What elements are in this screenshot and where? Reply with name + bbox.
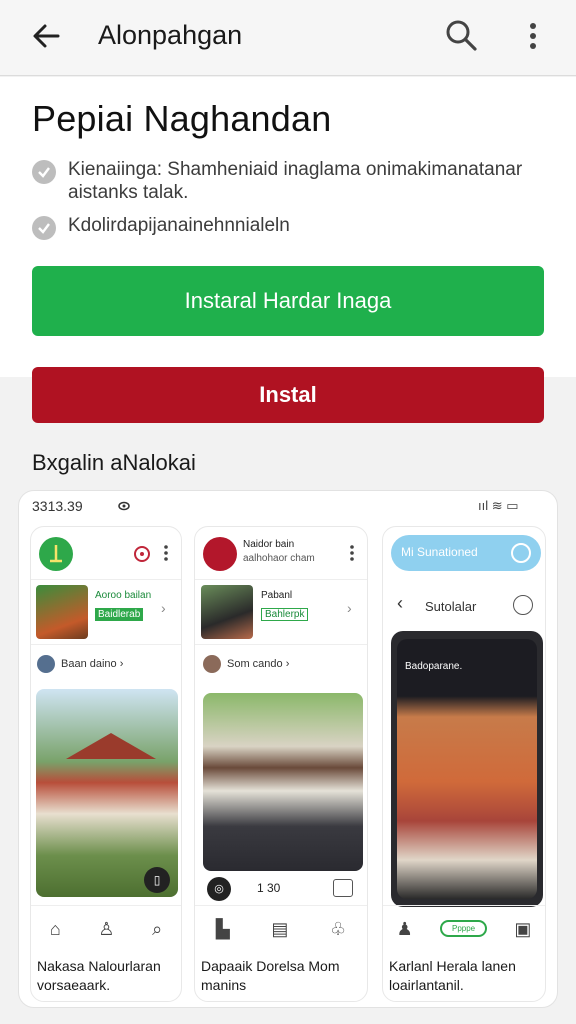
feature-item: Kienaiinga: Shamheniaid inaglama onimaki…	[32, 158, 538, 204]
back-chevron-icon[interactable]: ‹	[397, 593, 403, 614]
sub-header: Sutolalar	[425, 599, 477, 614]
feature-text: Kienaiinga: Shamheniaid inaglama onimaki…	[68, 159, 523, 203]
bottom-nav: ▙ ▤ ♧	[195, 905, 367, 951]
install-button[interactable]: Instal	[32, 367, 544, 423]
nav-news-icon[interactable]: ▤	[271, 919, 288, 939]
group-photo[interactable]	[203, 693, 363, 871]
preview-card-video[interactable]: Mi Sunationed ‹ Sutolalar Badoparane. ♟ …	[382, 526, 546, 1002]
target-icon[interactable]	[133, 545, 151, 563]
avatar	[203, 655, 221, 673]
status-icons: ııl ≋ ▭	[478, 498, 519, 513]
card-header-sub: aalhohaor cham	[243, 553, 315, 564]
item-thumbnail	[201, 585, 253, 639]
video-content	[397, 639, 537, 899]
message-icon[interactable]	[333, 879, 353, 897]
item-thumbnail	[36, 585, 88, 639]
primary-install-button[interactable]: Instaral Hardar Inaga	[32, 266, 544, 336]
avatar	[37, 655, 55, 673]
check-circle-icon	[32, 160, 56, 184]
chip[interactable]: Mi Sunationed	[391, 535, 541, 571]
feature-text: Kdolirdapijanainehnnialeln	[68, 215, 290, 236]
back-arrow-icon[interactable]	[28, 18, 64, 54]
nav-search-icon[interactable]: ⌕	[152, 919, 162, 939]
card-caption: Nakasa Nalourlaran vorsaeaark.	[37, 958, 161, 993]
play-icon[interactable]: ▯	[144, 867, 170, 893]
page-title: Pepiai Naghandan	[32, 98, 332, 139]
item-title: Aoroo bailan	[95, 590, 152, 601]
app-title: Alonpahgan	[98, 20, 243, 50]
search-icon[interactable]	[442, 16, 480, 54]
preview-card-home[interactable]: Aoroo bailan Baidlerab › Baan daino › ▯ …	[30, 526, 182, 1002]
card-caption: Dapaaik Dorelsa Mom manins	[201, 958, 340, 993]
more-vert-icon[interactable]	[349, 544, 355, 562]
nav-apps-icon[interactable]: ♧	[330, 919, 346, 939]
bottom-nav: ⌂ ♙ ⌕	[31, 905, 181, 951]
app-bar: Alonpahgan	[0, 0, 576, 76]
nav-pill[interactable]: Ppppe	[439, 920, 488, 937]
list-item[interactable]: Pabanl Bahlerpk ›	[195, 579, 367, 645]
video-title: Badoparane.	[405, 661, 463, 672]
app-logo-icon	[39, 537, 73, 571]
bottom-nav: ♟ Ppppe ▣	[383, 905, 545, 951]
item-badge: Baidlerab	[95, 608, 144, 621]
card-caption: Karlanl Herala lanen loairlantanil.	[389, 958, 516, 993]
check-circle-icon	[32, 216, 56, 240]
list-item[interactable]: Aoroo bailan Baidlerab ›	[31, 579, 181, 645]
nav-profile-icon[interactable]: ♙	[98, 919, 114, 939]
nav-notification-icon[interactable]: ▣	[514, 919, 531, 939]
chip-label: Mi Sunationed	[401, 545, 478, 559]
eye-icon	[118, 501, 130, 511]
more-vert-icon[interactable]	[163, 544, 169, 562]
brand-logo-icon	[203, 537, 237, 571]
nav-person-icon[interactable]: ♟	[397, 919, 413, 939]
preview-card-feed[interactable]: Naidor bain aalhohaor cham Pabanl Bahler…	[194, 526, 368, 1002]
user-row[interactable]: Som cando ›	[227, 658, 289, 670]
record-icon[interactable]: ◎	[207, 877, 231, 901]
chevron-right-icon: ›	[347, 600, 352, 616]
section-title: Bxgalin aNalokai	[32, 450, 196, 475]
video-frame[interactable]: Badoparane.	[391, 631, 543, 907]
user-row[interactable]: Baan daino ›	[61, 658, 123, 670]
house-photo[interactable]: ▯	[36, 689, 178, 897]
nav-bookmark-icon[interactable]: ▙	[216, 919, 230, 939]
refresh-icon[interactable]	[511, 543, 531, 563]
item-title: Pabanl	[261, 590, 293, 601]
nav-home-icon[interactable]: ⌂	[50, 919, 61, 939]
timer-icon[interactable]	[513, 595, 533, 615]
status-time: 3313.39	[32, 498, 83, 514]
item-badge: Bahlerpk	[261, 608, 309, 621]
more-vert-icon[interactable]	[520, 18, 546, 54]
chevron-right-icon: ›	[161, 600, 166, 616]
feature-item: Kdolirdapijanainehnnialeln	[32, 214, 538, 240]
card-header-title: Naidor bain	[243, 539, 295, 550]
counter: 1 30	[257, 881, 281, 895]
roof-shape	[66, 733, 156, 759]
